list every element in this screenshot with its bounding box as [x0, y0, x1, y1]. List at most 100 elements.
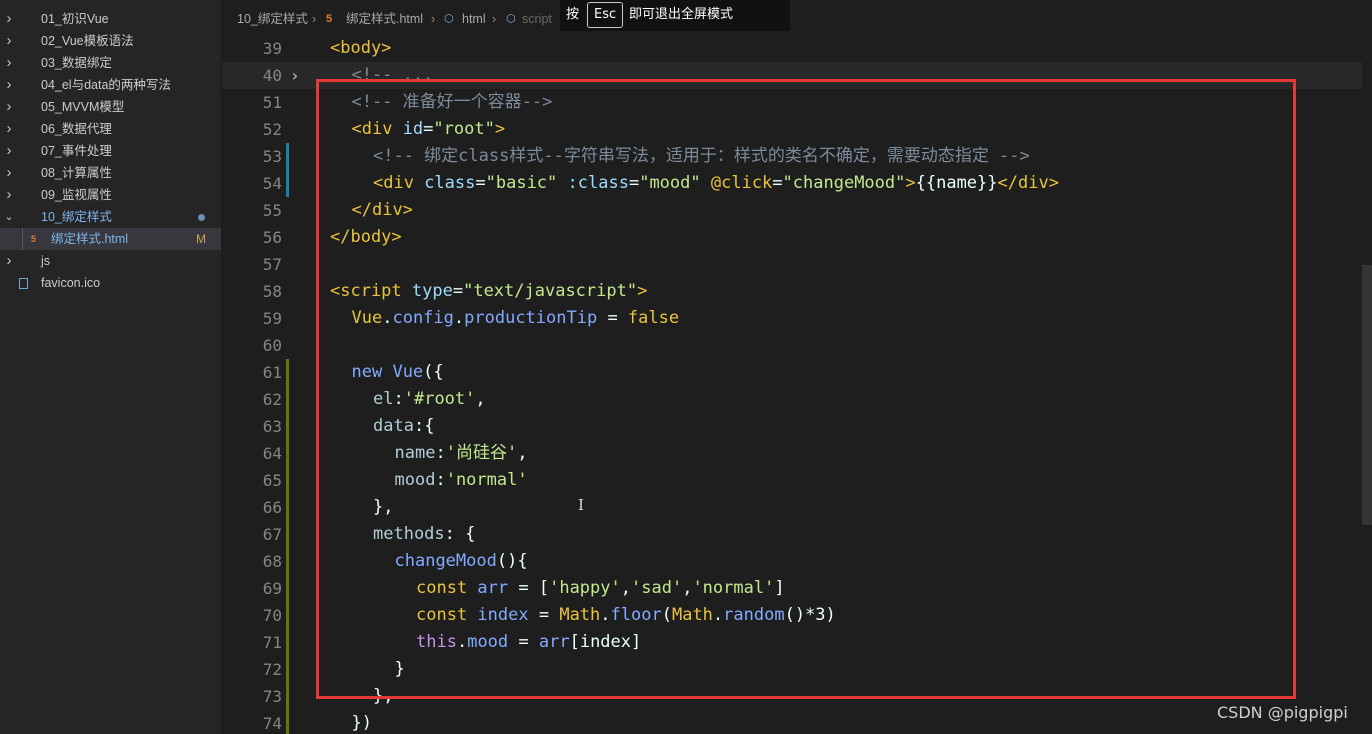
line-number: 39 [262, 39, 282, 58]
code-token: : { [444, 524, 476, 544]
scrollbar-thumb[interactable] [1362, 265, 1372, 525]
explorer-item[interactable]: › 03_数据绑定 [0, 52, 221, 74]
code-line[interactable]: 70 const index = Math.floor(Math.random()… [222, 602, 1372, 629]
explorer-item[interactable]: › 05_MVVM模型 [0, 96, 221, 118]
breadcrumb-folder[interactable]: 10_绑定样式 [237, 6, 308, 32]
explorer-item[interactable]: › 02_Vue模板语法 [0, 30, 221, 52]
code-line[interactable]: 56 </body> [222, 224, 1372, 251]
added-line-marker [286, 548, 289, 575]
code-token: changeMood [394, 551, 497, 571]
code-token: = [423, 119, 434, 139]
code-token: <!-- ... [351, 65, 434, 85]
chevron-right-icon[interactable]: › [4, 184, 14, 206]
code-line[interactable]: 61 new Vue({ [222, 359, 1372, 386]
code-line[interactable]: 64 name:'尚硅谷', [222, 440, 1372, 467]
chevron-right-icon[interactable]: › [4, 140, 14, 162]
code-text[interactable]: <script type="text/javascript"> [330, 278, 647, 305]
explorer-item[interactable]: › 08_计算属性 [0, 162, 221, 184]
code-token: config [392, 308, 454, 328]
code-token: > [494, 119, 506, 139]
chevron-right-icon[interactable]: › [4, 162, 14, 184]
code-editor[interactable]: 10_绑定样式 › 5 绑定样式.html › ⬡ html › ⬡ scrip… [222, 0, 1372, 734]
code-text[interactable]: changeMood(){ [395, 548, 528, 575]
code-line[interactable]: 67 methods: { [222, 521, 1372, 548]
code-line[interactable]: 53 <!-- 绑定class样式--字符串写法，适用于：样式的类名不确定，需要动… [222, 143, 1372, 170]
explorer-item[interactable]: › 06_数据代理 [0, 118, 221, 140]
code-text[interactable]: el:'#root', [373, 386, 486, 413]
code-text[interactable]: new Vue({ [352, 359, 444, 386]
code-text[interactable]: const arr = ['happy','sad','normal'] [416, 575, 785, 602]
explorer-item[interactable]: › 01_初识Vue [0, 8, 221, 30]
code-lines[interactable]: 39 <body> 40 › <!-- ... 51 <!-- 准备好一个容器--> 52 <d… [222, 35, 1372, 734]
breadcrumb-html[interactable]: html [462, 6, 486, 32]
code-line[interactable]: 63 data:{ [222, 413, 1372, 440]
explorer-item[interactable]: › 09_监视属性 [0, 184, 221, 206]
chevron-right-icon[interactable]: › [4, 8, 14, 30]
code-text[interactable]: <body> [330, 35, 391, 62]
code-text[interactable]: name:'尚硅谷', [395, 440, 528, 467]
chevron-right-icon[interactable]: › [4, 74, 14, 96]
code-line[interactable]: 66}, [222, 494, 1372, 521]
code-text[interactable]: }) [352, 710, 372, 734]
code-line[interactable]: 68 changeMood(){ [222, 548, 1372, 575]
code-line[interactable]: 74}) [222, 710, 1372, 734]
code-line[interactable]: 60 [222, 332, 1372, 359]
code-token: floor [610, 605, 662, 625]
fold-chevron-icon[interactable]: › [290, 62, 300, 89]
code-line[interactable]: 54 <div class="basic" :class="mood" @clic… [222, 170, 1372, 197]
code-line[interactable]: 59 Vue.config.productionTip = false [222, 305, 1372, 332]
explorer-item[interactable]: favicon.ico [0, 272, 221, 294]
code-text[interactable]: <div id="root"> [352, 116, 506, 143]
code-text[interactable]: } [395, 656, 405, 683]
code-line[interactable]: 39 <body> [222, 35, 1372, 62]
explorer-item[interactable]: ⌄ 10_绑定样式 [0, 206, 221, 228]
chevron-down-icon[interactable]: ⌄ [4, 206, 14, 228]
chevron-right-icon[interactable]: › [4, 52, 14, 74]
code-text[interactable]: </body> [330, 224, 402, 251]
code-token: '尚硅谷' [445, 443, 518, 463]
chevron-right-icon[interactable]: › [4, 96, 14, 118]
explorer-item-label: 04_el与data的两种写法 [41, 78, 171, 92]
code-line[interactable]: 58 <script type="text/javascript"> [222, 278, 1372, 305]
code-text[interactable]: <div class="basic" :class="mood" @click=… [373, 170, 1059, 197]
code-line[interactable]: 72} [222, 656, 1372, 683]
code-line[interactable]: 65 mood:'normal' [222, 467, 1372, 494]
code-line[interactable]: 69 const arr = ['happy','sad','normal'] [222, 575, 1372, 602]
code-text[interactable]: const index = Math.floor(Math.random()*3… [416, 602, 836, 629]
code-line[interactable]: 57 [222, 251, 1372, 278]
code-text[interactable]: <!-- 准备好一个容器--> [352, 89, 553, 116]
added-line-marker [286, 656, 289, 683]
code-text[interactable]: }, [373, 683, 393, 710]
code-text[interactable]: Vue.config.productionTip = false [352, 305, 680, 332]
explorer-item[interactable]: › js [0, 250, 221, 272]
breadcrumb-script[interactable]: script [522, 6, 552, 32]
chevron-right-icon[interactable]: › [4, 250, 14, 272]
code-line[interactable]: 71 this.mood = arr[index] [222, 629, 1372, 656]
line-number: 65 [262, 471, 282, 490]
code-text[interactable]: mood:'normal' [395, 467, 528, 494]
breadcrumb-file[interactable]: 绑定样式.html [346, 6, 423, 32]
code-line[interactable]: 52 <div id="root"> [222, 116, 1372, 143]
code-token: Vue [351, 308, 383, 328]
code-line[interactable]: 51 <!-- 准备好一个容器--> [222, 89, 1372, 116]
code-text[interactable]: <!-- 绑定class样式--字符串写法，适用于：样式的类名不确定，需要动态指… [373, 143, 1030, 170]
chevron-right-icon[interactable]: › [4, 118, 14, 140]
code-text[interactable]: methods: { [373, 521, 475, 548]
modified-line-marker [286, 143, 289, 170]
code-text[interactable]: </div> [352, 197, 413, 224]
code-text[interactable]: this.mood = arr[index] [416, 629, 641, 656]
chevron-right-icon[interactable]: › [4, 30, 14, 52]
code-line[interactable]: 40 › <!-- ... [222, 62, 1372, 89]
code-text[interactable]: }, [373, 494, 393, 521]
explorer-item[interactable]: › 04_el与data的两种写法 [0, 74, 221, 96]
explorer-item[interactable]: 5 绑定样式.html M [0, 228, 221, 250]
explorer-item[interactable]: › 07_事件处理 [0, 140, 221, 162]
code-line[interactable]: 62 el:'#root', [222, 386, 1372, 413]
code-line[interactable]: 55 </div> [222, 197, 1372, 224]
code-text[interactable]: <!-- ... [352, 62, 434, 89]
added-line-marker [286, 359, 289, 386]
code-line[interactable]: 73}, [222, 683, 1372, 710]
code-token: random [723, 605, 785, 625]
code-text[interactable]: data:{ [373, 413, 434, 440]
